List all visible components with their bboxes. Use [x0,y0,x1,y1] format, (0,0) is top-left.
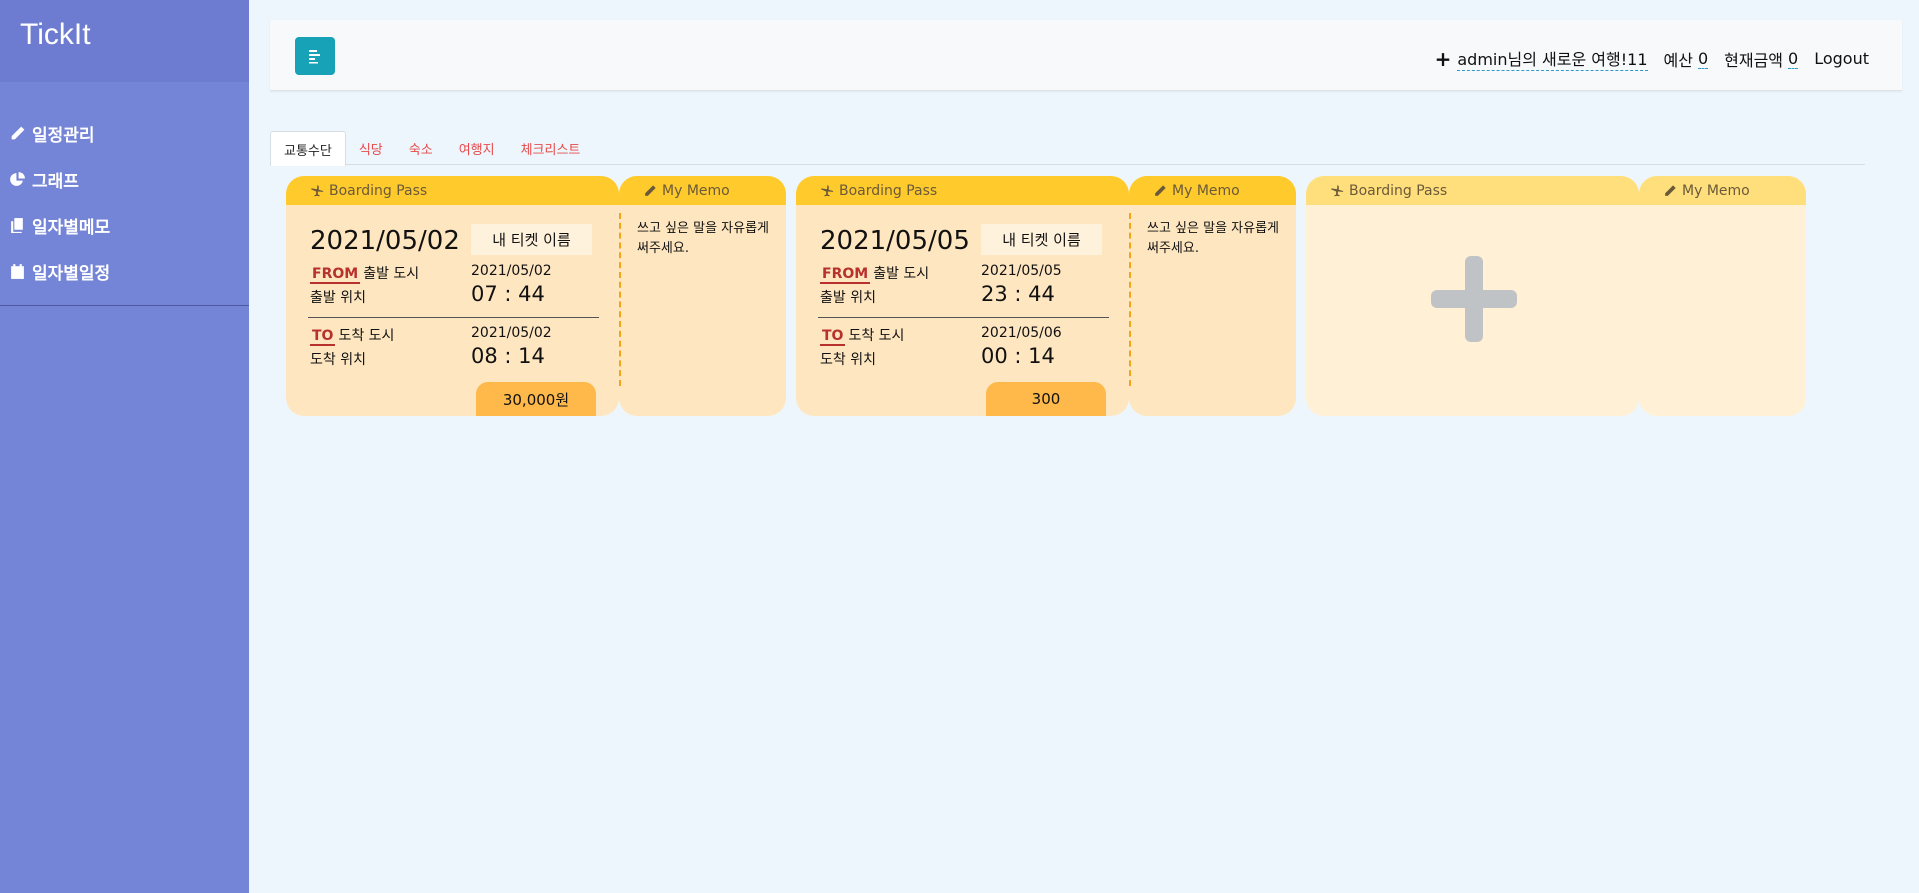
current-amount-label: 현재금액 [1724,50,1784,70]
memo-panel[interactable]: My Memo 쓰고 싶은 말을 자유롭게 써주세요. [1129,176,1296,416]
boarding-pass-header: Boarding Pass [796,176,1129,205]
memo-panel[interactable]: My Memo 쓰고 싶은 말을 자유롭게 써주세요. [619,176,786,416]
to-city: TO 도착 도시 [310,325,395,346]
to-date: 2021/05/02 [471,325,552,341]
boarding-pass-title: Boarding Pass [839,182,938,199]
ticket-name[interactable]: 내 티켓 이름 [981,224,1102,255]
to-city-label: 도착 도시 [338,328,395,344]
topbar: + admin님의 새로운 여행!11 예산 0 현재금액 0 Logout [270,20,1902,91]
from-tag: FROM [310,266,361,284]
sidebar-item-label: 일자별일정 [32,263,111,284]
to-time: 00 : 14 [981,344,1055,368]
boarding-pass[interactable]: Boarding Pass 2021/05/02 내 티켓 이름 FROM 출발 … [286,176,619,416]
boarding-pass-header: Boarding Pass [1306,176,1639,205]
calendar-icon [11,263,24,279]
to-tag: TO [310,328,336,346]
memo-header: My Memo [1129,176,1296,205]
sidebar-item-schedule[interactable]: 일정관리 [0,110,249,156]
ticket-divider [818,317,1109,318]
boarding-pass-header: Boarding Pass [286,176,619,205]
sidebar-item-daily-memo[interactable]: 일자별메모 [0,202,249,248]
trip-title[interactable]: admin님의 새로운 여행!11 [1457,46,1648,71]
memo-text[interactable]: 쓰고 싶은 말을 자유롭게 써주세요. [1129,213,1296,386]
copy-icon [11,217,23,233]
main-content: + admin님의 새로운 여행!11 예산 0 현재금액 0 Logout 교… [249,0,1919,893]
logout-link[interactable]: Logout [1814,49,1869,68]
align-left-icon [309,50,320,64]
from-place: 출발 위치 [310,290,366,306]
pencil-icon [11,126,25,139]
tab-checklist[interactable]: 체크리스트 [508,131,594,165]
memo-title: My Memo [662,182,730,199]
brand[interactable]: TickIt [0,0,249,82]
tab-lodging[interactable]: 숙소 [396,131,446,165]
memo-title: My Memo [1172,182,1240,199]
to-date: 2021/05/06 [981,325,1062,341]
boarding-pass-title: Boarding Pass [1349,182,1448,199]
to-place: 도착 위치 [310,352,366,368]
ticket-date: 2021/05/05 [820,226,970,256]
budget-value[interactable]: 0 [1697,49,1709,69]
pie-chart-icon [10,171,25,186]
to-city: TO 도착 도시 [820,325,905,346]
from-time: 07 : 44 [471,282,545,306]
tab-destination[interactable]: 여행지 [446,131,508,165]
from-city: FROM 출발 도시 [310,263,420,284]
pencil-icon [1665,184,1676,196]
sidebar-item-label: 일정관리 [32,125,95,146]
ticket-date: 2021/05/02 [310,226,460,256]
ticket-name[interactable]: 내 티켓 이름 [471,224,592,255]
to-time: 08 : 14 [471,344,545,368]
current-amount-value[interactable]: 0 [1788,49,1799,69]
sidebar-item-label: 일자별메모 [32,217,111,238]
from-date: 2021/05/02 [471,263,552,279]
boarding-pass-empty[interactable]: Boarding Pass [1306,176,1639,416]
plane-icon [1330,184,1344,196]
pencil-icon [1155,184,1166,196]
brand-title[interactable]: TickIt [20,18,91,51]
from-city-label: 출발 도시 [363,266,420,282]
sidebar-item-label: 그래프 [32,171,79,192]
to-tag: TO [820,328,846,346]
memo-header: My Memo [619,176,786,205]
memo-text[interactable]: 쓰고 싶은 말을 자유롭게 써주세요. [619,213,786,386]
header-info: + admin님의 새로운 여행!11 예산 0 현재금액 0 Logout [1435,46,1869,71]
boarding-pass-title: Boarding Pass [329,182,428,199]
tab-transport[interactable]: 교통수단 [270,131,346,166]
from-date: 2021/05/05 [981,263,1062,279]
pencil-icon [645,184,656,196]
from-city: FROM 출발 도시 [820,263,930,284]
from-time: 23 : 44 [981,282,1055,306]
add-trip-icon[interactable]: + [1435,49,1452,69]
from-city-label: 출발 도시 [873,266,930,282]
plane-icon [820,184,834,196]
sidebar-toggle-button[interactable] [295,37,335,75]
price-badge: 30,000원 [476,382,596,416]
sidebar-nav: 일정관리 그래프 일자별메모 일자별일정 [0,82,249,306]
budget-label: 예산 [1663,50,1693,70]
memo-header: My Memo [1639,176,1806,205]
sidebar: TickIt 일정관리 그래프 일자별메모 일자별일정 [0,0,249,893]
plane-icon [310,184,324,196]
ticket-divider [308,317,599,318]
sidebar-item-daily-schedule[interactable]: 일자별일정 [0,248,249,294]
to-city-label: 도착 도시 [848,328,905,344]
price-badge: 300 [986,382,1106,416]
plus-icon[interactable] [1431,256,1517,342]
tab-restaurant[interactable]: 식당 [346,131,396,165]
category-tabs: 교통수단 식당 숙소 여행지 체크리스트 [270,131,1865,166]
from-place: 출발 위치 [820,290,876,306]
memo-title: My Memo [1682,182,1750,199]
sidebar-item-graph[interactable]: 그래프 [0,156,249,202]
from-tag: FROM [820,266,871,284]
boarding-pass[interactable]: Boarding Pass 2021/05/05 내 티켓 이름 FROM 출발 … [796,176,1129,416]
memo-panel-empty[interactable]: My Memo [1639,176,1806,416]
to-place: 도착 위치 [820,352,876,368]
